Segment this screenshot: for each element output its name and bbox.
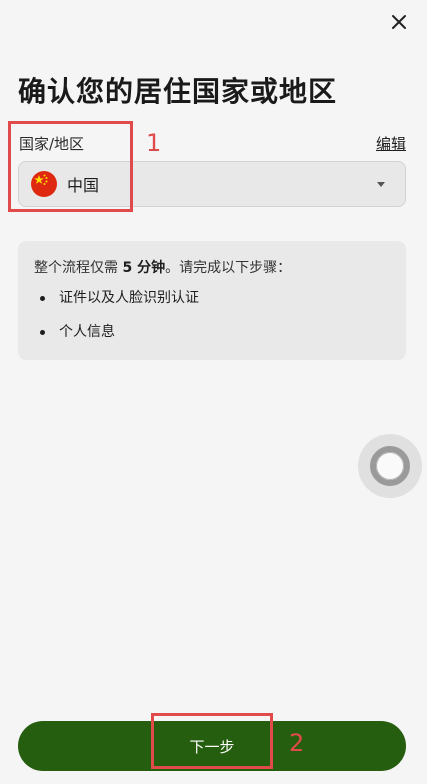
edit-link[interactable]: 编辑 — [376, 133, 406, 154]
next-button[interactable]: 下一步 — [18, 721, 406, 771]
info-intro: 整个流程仅需 5 分钟。请完成以下步骤： — [34, 260, 292, 276]
selected-country: 中国 — [67, 176, 100, 195]
assistive-touch-button[interactable] — [358, 434, 422, 498]
list-item: 证件以及人脸识别认证 — [34, 288, 390, 308]
list-item: 个人信息 — [34, 322, 390, 342]
assistive-touch-icon — [370, 446, 410, 486]
page-title: 确认您的居住国家或地区 — [18, 75, 338, 108]
country-select[interactable]: 中国 — [18, 161, 406, 207]
annotation-number-2: 2 — [289, 729, 305, 757]
info-box: 整个流程仅需 5 分钟。请完成以下步骤： 证件以及人脸识别认证 个人信息 — [18, 241, 406, 360]
china-flag-icon — [31, 171, 57, 197]
steps-list: 证件以及人脸识别认证 个人信息 — [34, 288, 390, 342]
caret-down-icon — [377, 182, 385, 187]
close-button[interactable] — [385, 8, 413, 36]
close-icon — [392, 15, 406, 29]
annotation-number-1: 1 — [146, 129, 162, 157]
country-field-label: 国家/地区 — [19, 135, 85, 153]
duration-highlight: 5 分钟 — [122, 260, 166, 276]
